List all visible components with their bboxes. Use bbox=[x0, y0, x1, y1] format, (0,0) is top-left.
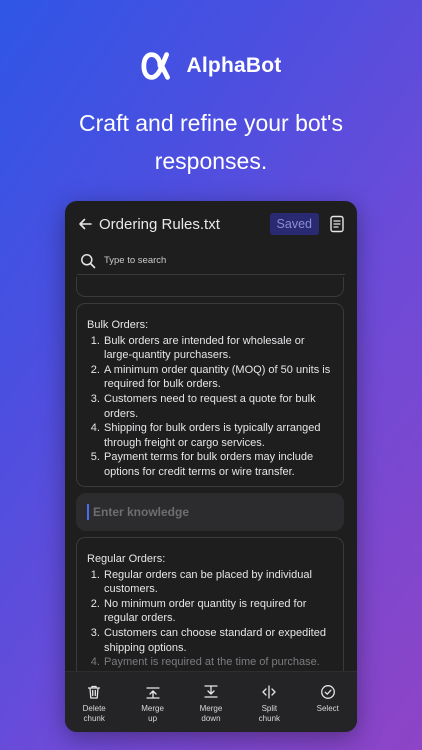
search-icon bbox=[81, 253, 96, 268]
back-arrow-icon[interactable] bbox=[77, 216, 93, 232]
list-item: Regular orders can be placed by individu… bbox=[103, 568, 333, 597]
editor-topbar: Ordering Rules.txt Saved bbox=[65, 201, 357, 247]
enter-knowledge-field[interactable] bbox=[76, 493, 344, 531]
merge-down-button[interactable]: Merge down bbox=[186, 684, 236, 724]
list-item: Shipping for bulk orders is typically ar… bbox=[103, 421, 333, 450]
check-circle-icon bbox=[320, 685, 335, 699]
list-item: No minimum order quantity is required fo… bbox=[103, 597, 333, 626]
saved-button[interactable]: Saved bbox=[269, 213, 319, 235]
merge-down-label: Merge down bbox=[199, 704, 223, 723]
chunk-toolbar: Delete chunk Merge up Merge down Split c… bbox=[65, 671, 357, 732]
list-item: A minimum order quantity (MOQ) of 50 uni… bbox=[103, 363, 333, 392]
chunk-list: Regular orders can be placed by individu… bbox=[87, 568, 333, 670]
split-chunk-button[interactable]: Split chunk bbox=[244, 684, 294, 724]
knowledge-chunks[interactable]: Bulk Orders: Bulk orders are intended fo… bbox=[65, 277, 357, 671]
merge-up-label: Merge up bbox=[141, 704, 164, 723]
enter-knowledge-input[interactable] bbox=[93, 505, 313, 519]
chunk-heading: Bulk Orders: bbox=[87, 319, 149, 331]
tagline: Craft and refine your bot's responses. bbox=[79, 110, 343, 174]
document-title: Ordering Rules.txt bbox=[99, 215, 220, 233]
alpha-logo-icon bbox=[141, 52, 170, 80]
list-item: Customers can choose standard or expedit… bbox=[103, 626, 333, 655]
chunk-list: Bulk orders are intended for wholesale o… bbox=[87, 334, 333, 480]
merge-down-icon bbox=[204, 685, 218, 698]
chunk-heading: Regular Orders: bbox=[87, 553, 166, 565]
merge-up-icon bbox=[145, 687, 160, 699]
search-bar bbox=[77, 247, 345, 275]
document-icon[interactable] bbox=[329, 215, 345, 233]
select-label: Select bbox=[316, 704, 339, 713]
search-input[interactable] bbox=[104, 255, 304, 266]
split-chunk-label: Split chunk bbox=[258, 704, 281, 723]
list-item: Payment terms for bulk orders may includ… bbox=[103, 450, 333, 479]
list-item: Payment is required at the time of purch… bbox=[103, 655, 333, 670]
split-icon bbox=[262, 685, 277, 699]
list-item: Customers need to request a quote for bu… bbox=[103, 392, 333, 421]
text-cursor bbox=[87, 504, 89, 520]
select-button[interactable]: Select bbox=[303, 684, 353, 714]
phone-mockup: Ordering Rules.txt Saved Bulk Orders: Bu… bbox=[65, 201, 357, 732]
list-item: Bulk orders are intended for wholesale o… bbox=[103, 334, 333, 363]
chunk-bulk-orders[interactable]: Bulk Orders: Bulk orders are intended fo… bbox=[76, 303, 344, 487]
delete-chunk-button[interactable]: Delete chunk bbox=[69, 684, 119, 724]
merge-up-button[interactable]: Merge up bbox=[128, 684, 178, 724]
delete-chunk-label: Delete chunk bbox=[82, 704, 106, 723]
chunk-previous[interactable] bbox=[76, 277, 344, 297]
trash-icon bbox=[88, 685, 101, 699]
chunk-regular-orders[interactable]: Regular Orders: Regular orders can be pl… bbox=[76, 537, 344, 671]
brand-header: AlphaBot bbox=[0, 50, 422, 82]
brand-name: AlphaBot bbox=[186, 54, 282, 77]
